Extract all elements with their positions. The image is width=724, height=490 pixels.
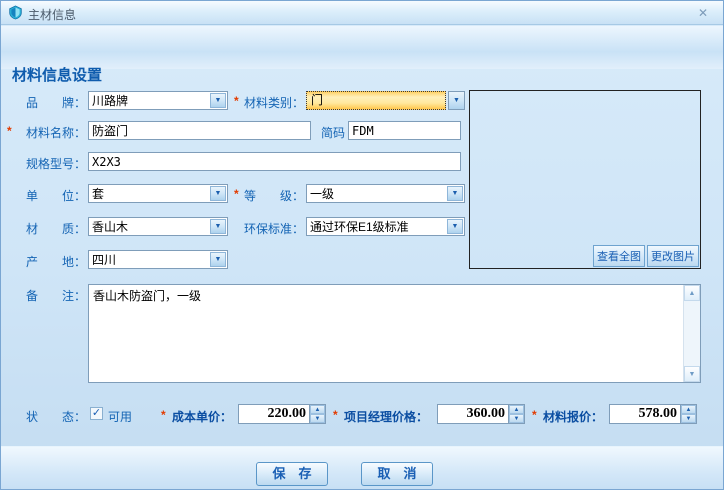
cost-price-spinner[interactable]: ▲ ▼	[238, 404, 326, 424]
category-dropdown-button[interactable]: ▼	[448, 91, 465, 110]
pm-price-spinner[interactable]: ▲ ▼	[437, 404, 525, 424]
quote-price-input[interactable]	[610, 405, 680, 423]
scroll-up-button[interactable]: ▲	[684, 285, 700, 301]
material-dropdown-button[interactable]: ▼	[210, 219, 226, 234]
arrow-down-icon: ▼	[513, 415, 520, 422]
material-select[interactable]: 香山木 ▼	[88, 217, 228, 236]
chevron-down-icon: ▼	[453, 97, 460, 104]
app-icon	[9, 5, 22, 20]
status-checkbox[interactable]: ✓	[90, 407, 103, 420]
material-name-input[interactable]	[88, 121, 311, 140]
cost-price-input[interactable]	[239, 405, 309, 423]
save-button[interactable]: 保 存	[256, 462, 328, 486]
window-title: 主材信息	[28, 8, 77, 22]
origin-select[interactable]: 四川 ▼	[88, 250, 228, 269]
brand-value: 川路牌	[92, 94, 129, 108]
arrow-down-icon: ▼	[685, 415, 692, 422]
unit-dropdown-button[interactable]: ▼	[210, 186, 226, 201]
status-option-label: 可用	[108, 410, 133, 424]
required-asterisk: *	[161, 408, 166, 422]
grade-dropdown-button[interactable]: ▼	[447, 186, 463, 201]
chevron-down-icon: ▼	[214, 190, 222, 197]
required-asterisk: *	[234, 187, 239, 201]
status-label: 状 态：	[25, 410, 86, 424]
quote-price-spinner[interactable]: ▲ ▼	[609, 404, 697, 424]
material-value: 香山木	[92, 220, 129, 234]
unit-value: 套	[92, 187, 105, 201]
category-select[interactable]: 门	[306, 91, 446, 110]
spec-input[interactable]	[88, 152, 461, 171]
cancel-button[interactable]: 取 消	[361, 462, 433, 486]
required-asterisk: *	[333, 408, 338, 422]
env-standard-label: 环保标准：	[243, 222, 304, 236]
arrow-down-icon: ▼	[688, 370, 696, 378]
close-icon[interactable]: ✕	[695, 5, 711, 21]
cost-spin-up-button[interactable]: ▲	[310, 405, 325, 414]
remarks-text: 香山木防盗门，一级	[93, 289, 202, 303]
origin-value: 四川	[92, 253, 117, 267]
pm-price-label: 项目经理价格：	[344, 410, 429, 424]
name-label: 材料名称：	[25, 126, 86, 140]
grade-value: 一级	[310, 187, 335, 201]
pm-price-input[interactable]	[438, 405, 508, 423]
remarks-label: 备 注：	[25, 289, 86, 303]
origin-label: 产 地：	[25, 255, 86, 269]
header-band: 材料信息设置	[1, 26, 723, 84]
image-preview: 查看全图 更改图片	[469, 90, 701, 269]
chevron-down-icon: ▼	[451, 190, 459, 197]
required-asterisk: *	[532, 408, 537, 422]
origin-dropdown-button[interactable]: ▼	[210, 252, 226, 267]
view-full-image-button[interactable]: 查看全图	[593, 245, 645, 267]
material-info-window: 主材信息 ✕ 材料信息设置 品 牌： 川路牌 ▼ * 材料类别： 门 ▼ * 材…	[0, 0, 724, 490]
brand-dropdown-button[interactable]: ▼	[210, 93, 226, 108]
quote-price-label: 材料报价：	[543, 410, 604, 424]
shortcode-input[interactable]	[348, 121, 461, 140]
brand-select[interactable]: 川路牌 ▼	[88, 91, 228, 110]
remarks-scrollbar[interactable]: ▲ ▼	[683, 285, 700, 382]
chevron-down-icon: ▼	[214, 97, 222, 104]
cost-price-label: 成本单价：	[172, 410, 233, 424]
change-image-button[interactable]: 更改图片	[647, 245, 699, 267]
page-title: 材料信息设置	[12, 67, 103, 84]
pm-spin-down-button[interactable]: ▼	[509, 414, 524, 423]
required-asterisk: *	[234, 94, 239, 108]
quote-spin-down-button[interactable]: ▼	[681, 414, 696, 423]
scroll-down-button[interactable]: ▼	[684, 366, 700, 382]
chevron-down-icon: ▼	[214, 223, 222, 230]
category-label: 材料类别：	[243, 96, 304, 110]
unit-select[interactable]: 套 ▼	[88, 184, 228, 203]
arrow-down-icon: ▼	[314, 415, 321, 422]
material-label: 材 质：	[25, 222, 86, 236]
chevron-down-icon: ▼	[214, 256, 222, 263]
remarks-textarea[interactable]: 香山木防盗门，一级 ▲ ▼	[88, 284, 701, 383]
arrow-up-icon: ▲	[513, 406, 520, 413]
arrow-up-icon: ▲	[688, 289, 696, 297]
unit-label: 单 位：	[25, 189, 86, 203]
spec-label: 规格型号：	[25, 157, 86, 171]
env-standard-select[interactable]: 通过环保E1级标准 ▼	[306, 217, 465, 236]
arrow-up-icon: ▲	[685, 406, 692, 413]
brand-label: 品 牌：	[25, 96, 86, 110]
arrow-up-icon: ▲	[314, 406, 321, 413]
title-bar: 主材信息 ✕	[1, 1, 723, 25]
grade-label: 等 级：	[243, 189, 304, 203]
cost-spin-down-button[interactable]: ▼	[310, 414, 325, 423]
quote-spin-up-button[interactable]: ▲	[681, 405, 696, 414]
pm-spin-up-button[interactable]: ▲	[509, 405, 524, 414]
env-dropdown-button[interactable]: ▼	[447, 219, 463, 234]
shortcode-label: 简码	[320, 126, 345, 140]
grade-select[interactable]: 一级 ▼	[306, 184, 465, 203]
chevron-down-icon: ▼	[451, 223, 459, 230]
env-standard-value: 通过环保E1级标准	[310, 220, 409, 234]
